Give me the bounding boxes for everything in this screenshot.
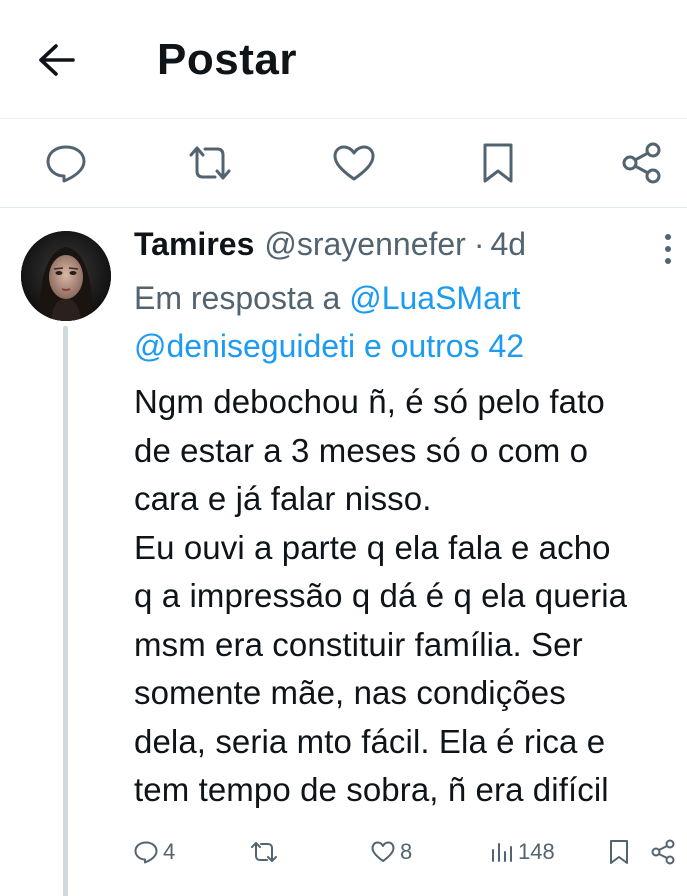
avatar[interactable] xyxy=(21,231,111,321)
heart-icon xyxy=(370,840,396,864)
post-page: Postar Tamires @srayennefer · 4d Em resp… xyxy=(0,0,687,896)
share-button[interactable] xyxy=(610,131,674,195)
reply-prefix: Em resposta a xyxy=(134,280,350,316)
views-count: 148 xyxy=(518,839,555,864)
more-options-button[interactable] xyxy=(652,228,684,270)
thread-line xyxy=(63,326,68,896)
reply-header: Tamires @srayennefer · 4d xyxy=(134,222,526,266)
more-vertical-icon xyxy=(663,231,673,267)
mention-link[interactable]: @LuaSMart xyxy=(349,280,520,316)
page-title: Postar xyxy=(157,35,297,84)
reply-stats-bar: 4 8 148 xyxy=(0,830,687,874)
mention-others-link[interactable]: @deniseguideti e outros 42 xyxy=(134,328,524,364)
like-button[interactable] xyxy=(322,131,386,195)
reply-button[interactable] xyxy=(34,131,98,195)
author-name[interactable]: Tamires xyxy=(134,222,254,266)
bookmark-icon xyxy=(608,839,630,865)
retweet-icon xyxy=(249,840,279,864)
reply-context: Em resposta a @LuaSMart @deniseguideti e… xyxy=(134,274,674,370)
actions-divider xyxy=(0,207,687,208)
like-count: 8 xyxy=(400,839,413,864)
views-count-button[interactable]: 148 xyxy=(490,830,555,874)
post-time[interactable]: 4d xyxy=(490,222,526,266)
comment-icon xyxy=(133,840,159,864)
bookmark-button[interactable] xyxy=(466,131,530,195)
like-count-button[interactable]: 8 xyxy=(370,830,412,874)
retweet-button[interactable] xyxy=(178,131,242,195)
bookmark-small-button[interactable] xyxy=(608,830,630,874)
back-button[interactable] xyxy=(30,34,82,86)
retweet-icon xyxy=(185,143,235,183)
reply-count: 4 xyxy=(163,839,176,864)
bar-chart-icon xyxy=(490,840,514,864)
post-actions-bar xyxy=(0,119,687,207)
author-handle[interactable]: @srayennefer xyxy=(264,222,465,266)
share-small-button[interactable] xyxy=(650,830,676,874)
separator-dot: · xyxy=(473,226,485,262)
top-bar: Postar xyxy=(0,0,687,118)
tweet-text: Ngm debochou ñ, é só pelo fato de estar … xyxy=(134,383,628,808)
arrow-left-icon xyxy=(36,43,76,77)
heart-icon xyxy=(331,143,377,183)
bookmark-icon xyxy=(479,141,517,185)
comment-icon xyxy=(44,143,88,183)
share-icon xyxy=(650,839,676,865)
share-icon xyxy=(620,141,664,185)
reply-count-button[interactable]: 4 xyxy=(133,830,175,874)
retweet-count-button[interactable] xyxy=(249,830,283,874)
